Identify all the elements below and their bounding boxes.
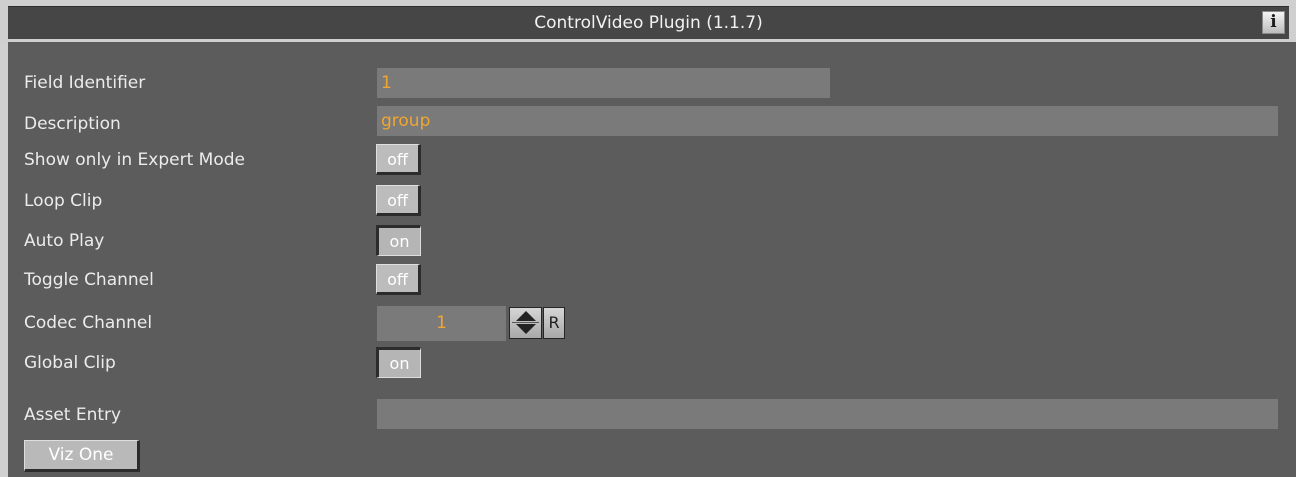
panel-header: ControlVideo Plugin (1.1.7) i [8,6,1289,39]
info-icon[interactable]: i [1262,11,1285,34]
toggle-channel-label: Toggle Channel [24,270,154,290]
stepper-divider [512,322,539,323]
auto-play-toggle[interactable]: on [376,225,421,256]
toggle-channel-toggle[interactable]: off [376,264,421,295]
stepper-down-icon[interactable] [516,324,536,334]
panel-left-border [0,42,8,477]
auto-play-label: Auto Play [24,231,105,251]
global-clip-label: Global Clip [24,353,116,373]
expert-mode-toggle[interactable]: off [376,144,421,175]
global-clip-toggle[interactable]: on [376,347,421,378]
codec-channel-label: Codec Channel [24,313,153,333]
field-identifier-input[interactable]: 1 [377,68,830,98]
asset-entry-label: Asset Entry [24,405,122,425]
expert-mode-label: Show only in Expert Mode [24,150,245,170]
description-label: Description [24,114,121,134]
asset-entry-input[interactable] [377,399,1278,429]
codec-channel-stepper[interactable] [509,307,542,339]
controlvideo-plugin-panel: ControlVideo Plugin (1.1.7) i Field Iden… [0,0,1296,477]
stepper-up-icon[interactable] [516,311,536,321]
loop-clip-toggle[interactable]: off [376,185,421,216]
panel-titlebar: ControlVideo Plugin (1.1.7) i [0,0,1296,42]
codec-channel-input[interactable]: 1 [377,306,506,341]
panel-title: ControlVideo Plugin (1.1.7) [534,13,763,33]
codec-channel-reset-button[interactable]: R [543,307,565,339]
viz-one-button[interactable]: Viz One [24,440,140,472]
description-input[interactable]: group [377,106,1278,136]
field-identifier-label: Field Identifier [24,73,146,93]
loop-clip-label: Loop Clip [24,191,103,211]
